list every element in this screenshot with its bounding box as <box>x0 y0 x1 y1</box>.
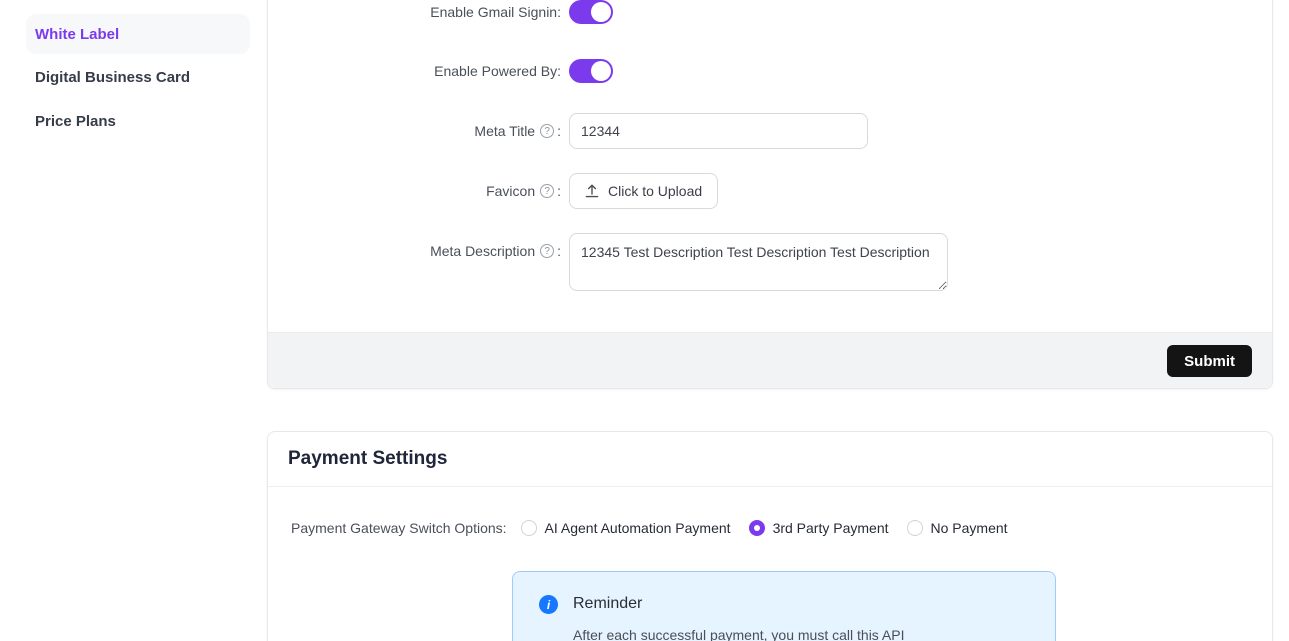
label-colon: : <box>557 243 561 259</box>
radio-option-ai-agent-automation-payment[interactable]: AI Agent Automation Payment <box>521 520 731 536</box>
question-circle-icon[interactable]: ? <box>540 184 554 198</box>
settings-sidebar: White Label Digital Business Card Price … <box>0 0 260 641</box>
question-circle-icon[interactable]: ? <box>540 124 554 138</box>
sidebar-item-label: Digital Business Card <box>35 69 190 86</box>
enable-powered-by-toggle[interactable] <box>569 59 613 83</box>
payment-gateway-radio-group: Payment Gateway Switch Options: AI Agent… <box>291 512 1026 544</box>
enable-gmail-row: Enable Gmail Signin: <box>268 0 1272 24</box>
reminder-description: After each successful payment, you must … <box>573 627 904 641</box>
enable-gmail-label: Enable Gmail Signin: <box>268 4 561 20</box>
favicon-upload-button[interactable]: Click to Upload <box>569 173 718 209</box>
upload-button-label: Click to Upload <box>608 183 702 199</box>
meta-description-row: Meta Description ? : 12345 Test Descript… <box>268 233 1272 291</box>
sidebar-item-label: Price Plans <box>35 113 116 130</box>
reminder-alert: i Reminder After each successful payment… <box>512 571 1056 641</box>
favicon-label: Favicon ? : <box>268 183 561 199</box>
toggle-knob <box>591 61 611 81</box>
meta-description-label: Meta Description ? : <box>268 233 561 269</box>
meta-description-textarea[interactable]: 12345 Test Description Test Description … <box>569 233 948 291</box>
submit-button[interactable]: Submit <box>1167 345 1252 377</box>
meta-title-row: Meta Title ? : <box>268 113 1272 149</box>
payment-settings-header: Payment Settings <box>268 432 1272 487</box>
payment-settings-card: Payment Settings Payment Gateway Switch … <box>267 431 1273 641</box>
radio-unchecked-icon <box>907 520 923 536</box>
payment-gateway-label: Payment Gateway Switch Options: <box>291 520 507 536</box>
label-colon: : <box>557 123 561 139</box>
sidebar-item-label: White Label <box>35 26 119 43</box>
meta-title-input[interactable] <box>569 113 868 149</box>
radio-option-3rd-party-payment[interactable]: 3rd Party Payment <box>749 520 889 536</box>
form-footer: Submit <box>268 332 1272 388</box>
label-colon: : <box>557 183 561 199</box>
enable-powered-by-row: Enable Powered By: <box>268 59 1272 83</box>
question-circle-icon[interactable]: ? <box>540 244 554 258</box>
sidebar-item-white-label[interactable]: White Label <box>26 14 250 54</box>
payment-settings-title: Payment Settings <box>288 448 447 470</box>
sidebar-item-digital-business-card[interactable]: Digital Business Card <box>26 57 250 97</box>
info-circle-icon: i <box>539 595 558 614</box>
sidebar-item-price-plans[interactable]: Price Plans <box>26 101 250 141</box>
upload-icon <box>585 184 599 198</box>
white-label-settings-page: White Label Digital Business Card Price … <box>0 0 1289 641</box>
toggle-knob <box>591 2 611 22</box>
enable-gmail-toggle[interactable] <box>569 0 613 24</box>
favicon-row: Favicon ? : Click to Upload <box>268 173 1272 209</box>
radio-unchecked-icon <box>521 520 537 536</box>
enable-powered-by-label: Enable Powered By: <box>268 63 561 79</box>
radio-checked-icon <box>749 520 765 536</box>
reminder-title: Reminder <box>573 595 642 613</box>
meta-title-label: Meta Title ? : <box>268 123 561 139</box>
radio-option-no-payment[interactable]: No Payment <box>907 520 1008 536</box>
white-label-form-card: Enable Gmail Signin: Enable Powered By: … <box>267 0 1273 389</box>
